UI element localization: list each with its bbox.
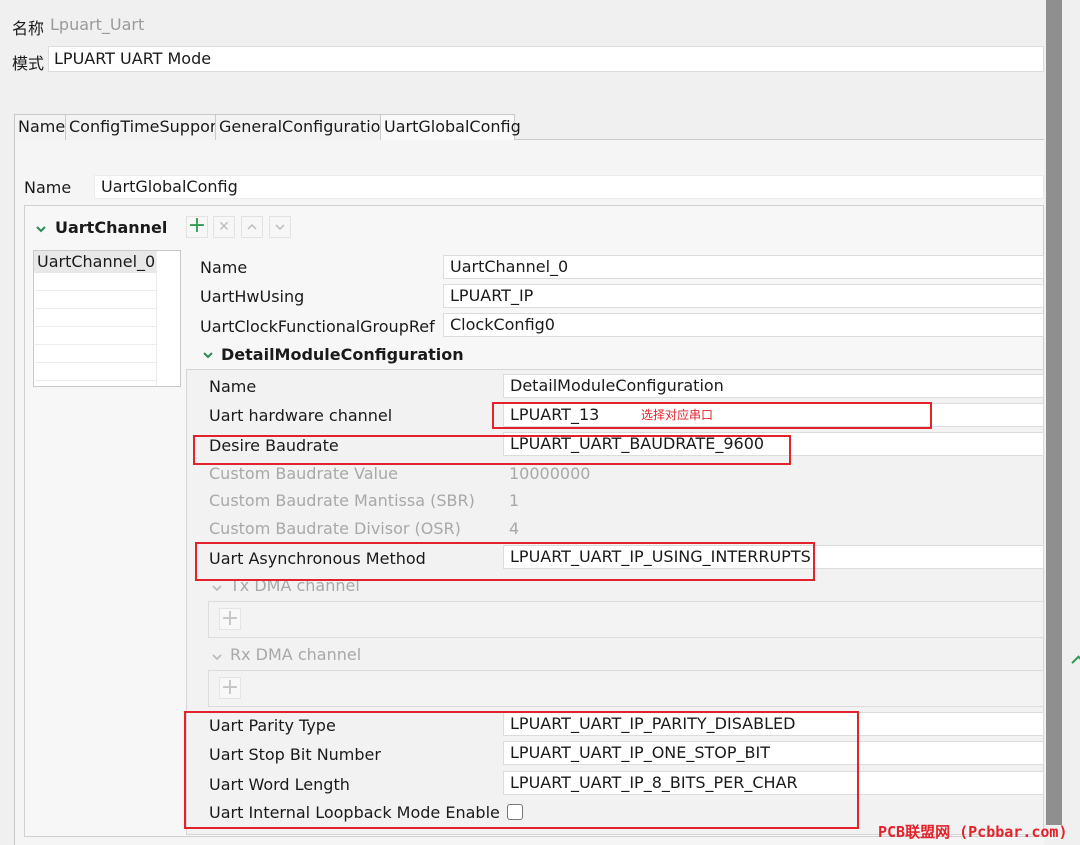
rx-dma-chevron-icon — [211, 648, 223, 661]
mantissa-value: 1 — [509, 491, 520, 510]
tab-general-configuration[interactable]: GeneralConfiguration — [215, 114, 395, 140]
uart-channel-section-title: UartChannel — [55, 218, 168, 237]
add-rx-dma-icon[interactable]: + — [219, 677, 241, 699]
mantissa-label: Custom Baudrate Mantissa (SBR) — [209, 491, 475, 510]
annotation-box-async-method — [195, 542, 815, 581]
name-label: 名称 — [12, 19, 45, 38]
annotation-box-line-settings — [184, 711, 859, 829]
clock-group-ref-label: UartClockFunctionalGroupRef — [200, 317, 435, 336]
mode-field[interactable]: LPUART UART Mode — [48, 46, 1044, 72]
uart-hw-using-field[interactable]: LPUART_IP — [443, 284, 1044, 308]
list-row-empty — [35, 327, 156, 345]
global-name-field[interactable]: UartGlobalConfig — [94, 175, 1044, 199]
remove-icon[interactable]: ✕ — [213, 216, 235, 238]
channel-name-field[interactable]: UartChannel_0 — [443, 255, 1044, 279]
mode-label: 模式 — [12, 54, 45, 73]
tx-dma-box: + — [208, 601, 1044, 638]
divisor-value: 4 — [509, 519, 520, 538]
rx-dma-label: Rx DMA channel — [230, 645, 362, 664]
list-row-empty — [35, 291, 156, 309]
list-column-divider — [156, 251, 157, 386]
tab-config-time-support[interactable]: ConfigTimeSupport — [65, 114, 227, 140]
move-up-icon[interactable] — [241, 216, 263, 238]
add-tx-dma-icon[interactable]: + — [219, 608, 241, 630]
right-gutter — [1062, 0, 1080, 845]
hw-channel-label: Uart hardware channel — [209, 406, 393, 425]
detail-name-label: Name — [209, 377, 257, 396]
vertical-scrollbar[interactable] — [1046, 0, 1062, 825]
detail-section-title: DetailModuleConfiguration — [221, 345, 464, 364]
name-value: Lpuart_Uart — [50, 15, 145, 34]
detail-expand-chevron[interactable] — [201, 347, 215, 361]
clock-group-ref-field[interactable]: ClockConfig0 — [443, 313, 1044, 337]
list-row-empty — [35, 273, 156, 291]
custom-baud-value: 10000000 — [509, 464, 591, 483]
global-name-label: Name — [24, 178, 72, 197]
detail-name-field[interactable]: DetailModuleConfiguration — [503, 374, 1044, 398]
list-item[interactable]: UartChannel_0 — [34, 251, 156, 273]
add-icon[interactable]: + — [186, 215, 208, 238]
annotation-note-hw-channel: 选择对应串口 — [641, 408, 714, 422]
uart-channel-expand-chevron[interactable] — [34, 221, 48, 235]
list-item-label: UartChannel_0 — [37, 252, 156, 271]
custom-baud-label: Custom Baudrate Value — [209, 464, 398, 483]
divisor-label: Custom Baudrate Divisor (OSR) — [209, 519, 461, 538]
tab-uart-global-config[interactable]: UartGlobalConfig — [380, 114, 521, 140]
tab-name[interactable]: Name — [14, 114, 70, 140]
list-row-empty — [35, 309, 156, 327]
uart-hw-using-label: UartHwUsing — [200, 287, 305, 306]
rx-dma-box: + — [208, 670, 1044, 707]
watermark: PCB联盟网 (Pcbbar.com) — [878, 823, 1068, 841]
list-row-empty — [35, 363, 156, 381]
list-row-empty — [35, 345, 156, 363]
move-down-icon[interactable] — [269, 216, 291, 238]
annotation-box-baudrate — [193, 435, 791, 465]
channel-name-label: Name — [200, 258, 248, 277]
